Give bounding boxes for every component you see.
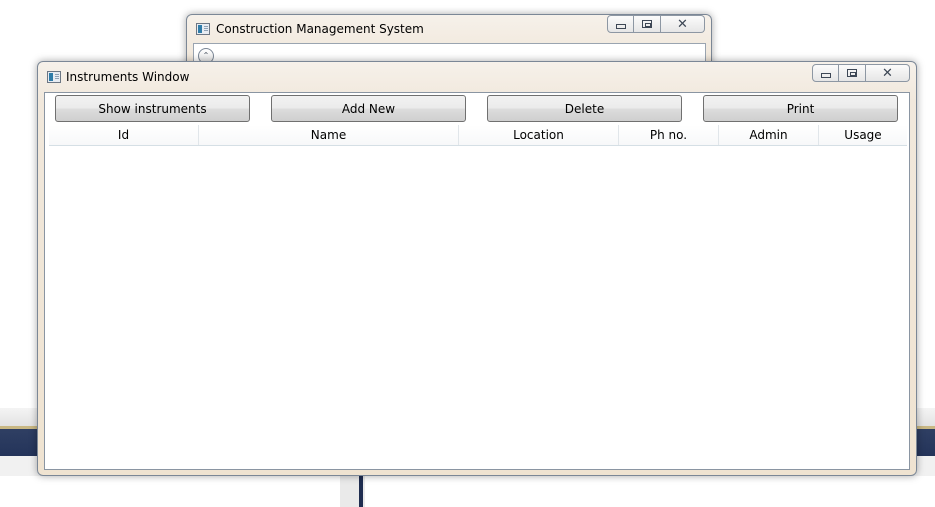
show-instruments-button[interactable]: Show instruments xyxy=(55,95,250,122)
maximize-button[interactable] xyxy=(634,15,661,33)
minimize-button[interactable] xyxy=(812,64,839,82)
column-header-id[interactable]: Id xyxy=(49,125,199,145)
caption-buttons: ✕ xyxy=(812,64,910,82)
window-app-icon xyxy=(196,23,210,35)
close-button[interactable]: ✕ xyxy=(661,15,705,33)
instruments-window[interactable]: Instruments Window ✕ Show instruments Ad… xyxy=(37,61,917,476)
close-icon: ✕ xyxy=(677,16,688,32)
window-app-icon xyxy=(47,71,61,83)
caption-buttons: ✕ xyxy=(607,15,705,33)
maximize-icon xyxy=(642,20,652,28)
column-header-name[interactable]: Name xyxy=(199,125,459,145)
minimize-button[interactable] xyxy=(607,15,634,33)
delete-button[interactable]: Delete xyxy=(487,95,682,122)
close-button[interactable]: ✕ xyxy=(866,64,910,82)
window-title: Instruments Window xyxy=(66,70,190,84)
table-header: Id Name Location Ph no. Admin Usage xyxy=(49,125,907,146)
maximize-icon xyxy=(847,69,857,77)
window-title: Construction Management System xyxy=(216,22,424,36)
minimize-icon xyxy=(820,73,831,78)
instruments-table[interactable]: Id Name Location Ph no. Admin Usage xyxy=(49,125,907,465)
print-button[interactable]: Print xyxy=(703,95,898,122)
window-client-area: Show instruments Add New Delete Print Id… xyxy=(44,92,910,470)
column-header-admin[interactable]: Admin xyxy=(719,125,819,145)
close-icon: ✕ xyxy=(882,65,893,81)
column-header-usage[interactable]: Usage xyxy=(819,125,907,145)
toolbar: Show instruments Add New Delete Print xyxy=(45,93,909,125)
column-header-phone[interactable]: Ph no. xyxy=(619,125,719,145)
desktop: Construction Management System ✕ ⌃ Instr… xyxy=(0,0,935,507)
minimize-icon xyxy=(615,24,626,29)
column-header-location[interactable]: Location xyxy=(459,125,619,145)
add-new-button[interactable]: Add New xyxy=(271,95,466,122)
maximize-button[interactable] xyxy=(839,64,866,82)
